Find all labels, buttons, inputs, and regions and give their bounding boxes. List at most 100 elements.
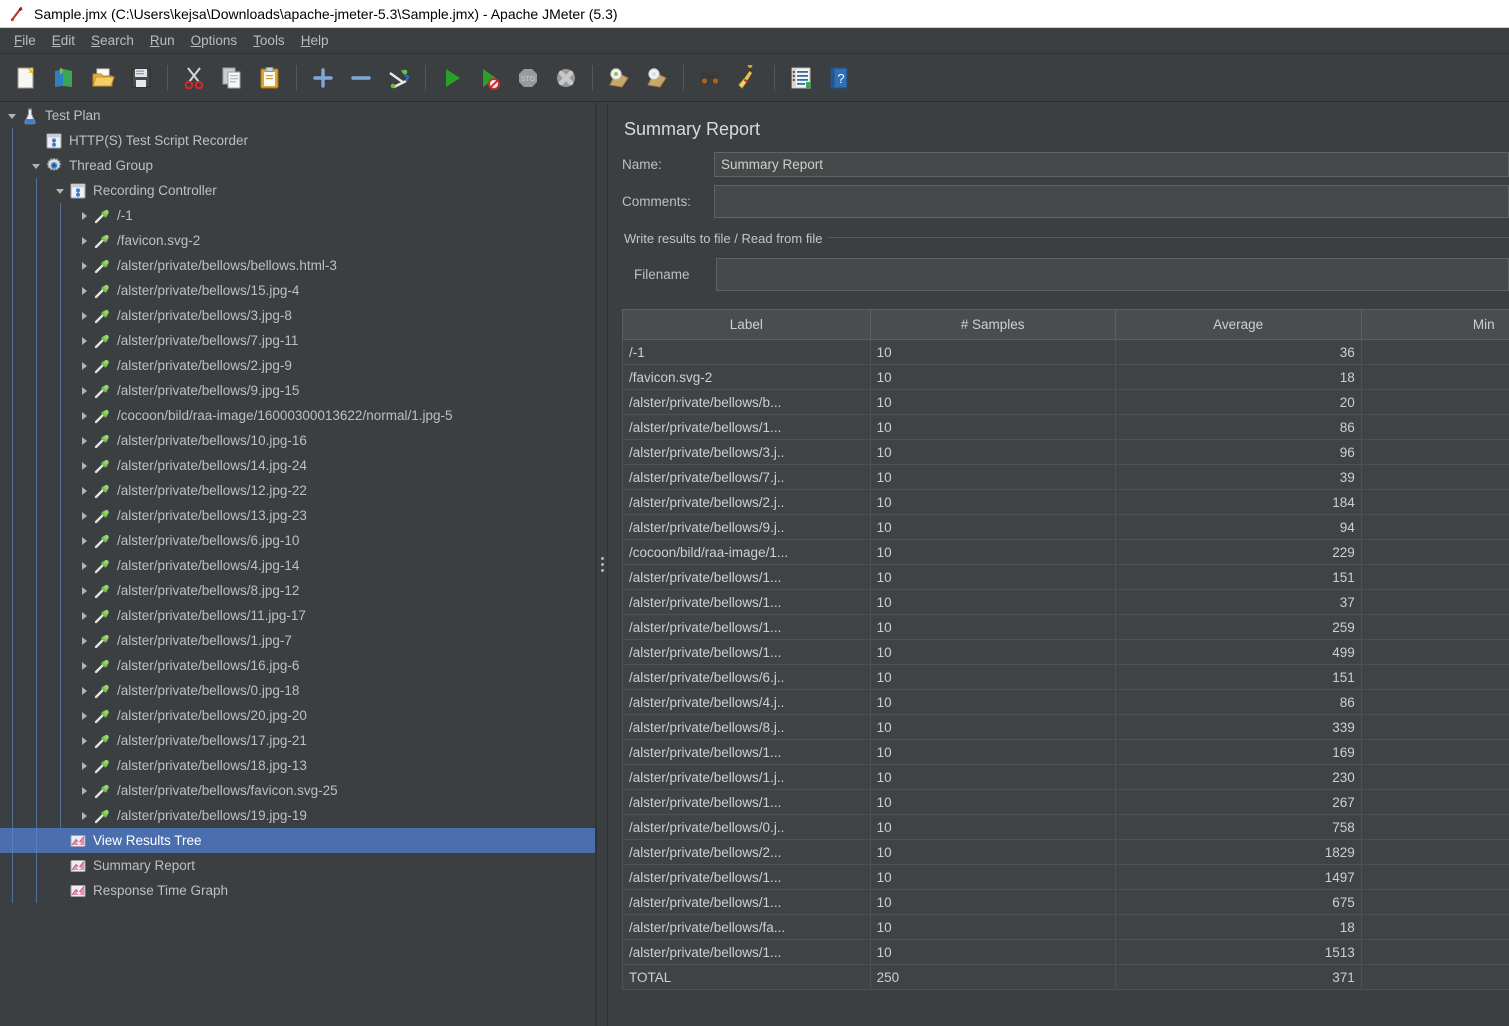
tree-node[interactable]: /alster/private/bellows/12.jpg-22: [0, 478, 595, 503]
table-row[interactable]: /alster/private/bellows/1...108639405: [622, 414, 1509, 440]
tree-node[interactable]: /alster/private/bellows/11.jpg-17: [0, 603, 595, 628]
tree-node[interactable]: /favicon.svg-2: [0, 228, 595, 253]
tree-node[interactable]: Response Time Graph: [0, 878, 595, 903]
table-row[interactable]: /alster/private/bellows/6.j..1015128461: [622, 664, 1509, 690]
chevron-right-icon[interactable]: [76, 303, 92, 328]
tree-node[interactable]: /alster/private/bellows/10.jpg-16: [0, 428, 595, 453]
chevron-right-icon[interactable]: [76, 653, 92, 678]
tree-node[interactable]: /alster/private/bellows/bellows.html-3: [0, 253, 595, 278]
clear-all-icon[interactable]: [638, 59, 676, 97]
table-row[interactable]: /alster/private/bellows/1...106751252236: [622, 889, 1509, 915]
tree-node[interactable]: /alster/private/bellows/2.jpg-9: [0, 353, 595, 378]
table-row[interactable]: /alster/private/bellows/1...1026743563: [622, 789, 1509, 815]
test-plan-tree[interactable]: Test Plan HTTP(S) Test Script Recorder Thr…: [0, 103, 596, 1026]
tree-node[interactable]: /alster/private/bellows/20.jpg-20: [0, 703, 595, 728]
chevron-right-icon[interactable]: [76, 528, 92, 553]
tree-node[interactable]: /cocoon/bild/raa-image/16000300013622/no…: [0, 403, 595, 428]
table-row[interactable]: /alster/private/bellows/1...10499343898: [622, 639, 1509, 665]
tree-node[interactable]: /-1: [0, 203, 595, 228]
name-input[interactable]: [714, 152, 1509, 177]
chevron-right-icon[interactable]: [76, 478, 92, 503]
chevron-right-icon[interactable]: [76, 553, 92, 578]
open-folder-icon[interactable]: [84, 59, 122, 97]
chevron-right-icon[interactable]: [76, 503, 92, 528]
tree-node[interactable]: Summary Report: [0, 853, 595, 878]
table-row[interactable]: /alster/private/bellows/1...1016939789: [622, 739, 1509, 765]
new-document-icon[interactable]: [8, 59, 46, 97]
copy-pages-icon[interactable]: [213, 59, 251, 97]
table-row[interactable]: /favicon.svg-210181326: [622, 364, 1509, 390]
function-helper-icon[interactable]: [782, 59, 820, 97]
tree-node[interactable]: /alster/private/bellows/8.jpg-12: [0, 578, 595, 603]
table-row[interactable]: /alster/private/bellows/4.j..108626365: [622, 689, 1509, 715]
menu-run[interactable]: Run: [142, 30, 183, 51]
chevron-right-icon[interactable]: [76, 253, 92, 278]
tree-node[interactable]: /alster/private/bellows/favicon.svg-25: [0, 778, 595, 803]
chevron-right-icon[interactable]: [76, 603, 92, 628]
tree-node[interactable]: Test Plan: [0, 103, 595, 128]
col-header-samples[interactable]: # Samples: [869, 309, 1116, 340]
help-book-icon[interactable]: ?: [820, 59, 858, 97]
table-row[interactable]: /alster/private/bellows/1...101497473296…: [622, 864, 1509, 890]
menu-search[interactable]: Search: [83, 30, 142, 51]
table-row[interactable]: /alster/private/bellows/1...1015158472: [622, 564, 1509, 590]
table-row[interactable]: /alster/private/bellows/fa...10181231: [622, 914, 1509, 940]
tree-node[interactable]: /alster/private/bellows/16.jpg-6: [0, 653, 595, 678]
chevron-right-icon[interactable]: [76, 628, 92, 653]
tree-node[interactable]: Thread Group: [0, 153, 595, 178]
tree-node[interactable]: View Results Tree: [0, 828, 595, 853]
table-row[interactable]: /alster/private/bellows/3.j..109635423: [622, 439, 1509, 465]
table-row[interactable]: /-110362554: [622, 339, 1509, 365]
minus-icon[interactable]: [342, 59, 380, 97]
table-row[interactable]: /alster/private/bellows/2...101829642481…: [622, 839, 1509, 865]
chevron-right-icon[interactable]: [76, 328, 92, 353]
tree-node[interactable]: /alster/private/bellows/4.jpg-14: [0, 553, 595, 578]
tree-node[interactable]: /alster/private/bellows/14.jpg-24: [0, 453, 595, 478]
tree-node[interactable]: /alster/private/bellows/6.jpg-10: [0, 528, 595, 553]
tree-node[interactable]: /alster/private/bellows/1.jpg-7: [0, 628, 595, 653]
table-row[interactable]: /alster/private/bellows/8.j..10339312029: [622, 714, 1509, 740]
chevron-right-icon[interactable]: [76, 203, 92, 228]
menu-help[interactable]: Help: [293, 30, 337, 51]
reset-search-broom-icon[interactable]: [729, 59, 767, 97]
table-row[interactable]: /alster/private/bellows/7.j..10392672: [622, 464, 1509, 490]
tree-node[interactable]: /alster/private/bellows/19.jpg-19: [0, 803, 595, 828]
summary-table-scroll[interactable]: Label # Samples Average Min Max /-110362…: [622, 309, 1509, 1026]
binoculars-search-icon[interactable]: [691, 59, 729, 97]
clear-icon[interactable]: [600, 59, 638, 97]
chevron-right-icon[interactable]: [76, 578, 92, 603]
templates-icon[interactable]: [46, 59, 84, 97]
toggle-icon[interactable]: [380, 59, 418, 97]
chevron-down-icon[interactable]: [28, 153, 44, 178]
tree-node[interactable]: HTTP(S) Test Script Recorder: [0, 128, 595, 153]
chevron-right-icon[interactable]: [76, 703, 92, 728]
shutdown-icon[interactable]: [547, 59, 585, 97]
start-play-icon[interactable]: [433, 59, 471, 97]
plus-icon[interactable]: [304, 59, 342, 97]
menu-options[interactable]: Options: [183, 30, 246, 51]
table-row[interactable]: TOTAL250371124815: [622, 964, 1509, 990]
save-floppy-icon[interactable]: [122, 59, 160, 97]
cut-scissors-icon[interactable]: [175, 59, 213, 97]
chevron-right-icon[interactable]: [76, 228, 92, 253]
col-header-average[interactable]: Average: [1114, 309, 1362, 340]
chevron-right-icon[interactable]: [76, 278, 92, 303]
tree-node[interactable]: /alster/private/bellows/18.jpg-13: [0, 753, 595, 778]
tree-node[interactable]: /alster/private/bellows/9.jpg-15: [0, 378, 595, 403]
chevron-right-icon[interactable]: [76, 428, 92, 453]
tree-node[interactable]: /alster/private/bellows/17.jpg-21: [0, 728, 595, 753]
paste-clipboard-icon[interactable]: [251, 59, 289, 97]
split-divider[interactable]: [596, 103, 608, 1026]
table-row[interactable]: /alster/private/bellows/1...1025937511: [622, 614, 1509, 640]
start-no-pauses-icon[interactable]: [471, 59, 509, 97]
chevron-right-icon[interactable]: [76, 403, 92, 428]
chevron-right-icon[interactable]: [76, 678, 92, 703]
chevron-right-icon[interactable]: [76, 378, 92, 403]
chevron-right-icon[interactable]: [76, 753, 92, 778]
chevron-down-icon[interactable]: [4, 103, 20, 128]
menu-edit[interactable]: Edit: [44, 30, 83, 51]
menu-file[interactable]: File: [6, 30, 44, 51]
table-row[interactable]: /alster/private/bellows/9.j..109437475: [622, 514, 1509, 540]
table-row[interactable]: /alster/private/bellows/b...10201339: [622, 389, 1509, 415]
tree-node[interactable]: /alster/private/bellows/15.jpg-4: [0, 278, 595, 303]
